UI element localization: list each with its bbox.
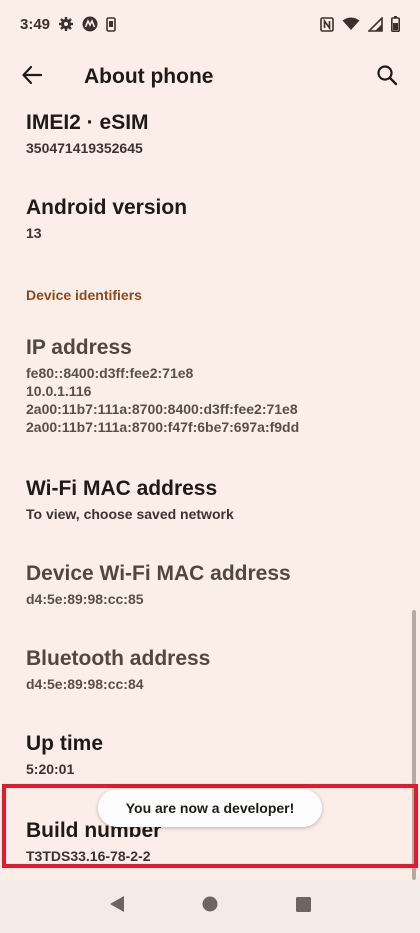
toast-message: You are now a developer!	[98, 789, 322, 827]
nav-recents-icon	[295, 896, 311, 917]
navigation-bar	[0, 880, 420, 933]
back-button[interactable]	[2, 48, 62, 106]
pref-title: Android version	[26, 196, 188, 219]
search-button[interactable]	[366, 56, 408, 98]
wifi-icon	[342, 17, 360, 31]
pref-summary-line: 2a00:11b7:111a:8700:f47f:6be7:697a:f9dd	[26, 419, 300, 435]
settings-list[interactable]: IMEI2 · eSIM 350471419352645 Android ver…	[0, 106, 420, 880]
nav-home-button[interactable]	[190, 887, 230, 927]
pref-title: IP address	[26, 336, 132, 359]
arrow-back-icon	[21, 64, 43, 91]
status-bar: 3:49	[0, 0, 420, 48]
pref-summary-line: fe80::8400:d3ff:fee2:71e8	[26, 365, 194, 381]
pref-up-time[interactable]: Up time 5:20:01	[26, 731, 396, 778]
pref-ip-address[interactable]: IP address fe80::8400:d3ff:fee2:71e8 10.…	[26, 335, 396, 436]
pref-title: Up time	[26, 732, 104, 755]
category-device-identifiers: Device identifiers	[26, 287, 142, 303]
pref-summary-line: 2a00:11b7:111a:8700:8400:d3ff:fee2:71e8	[26, 401, 298, 417]
nav-recents-button[interactable]	[283, 887, 323, 927]
page-title: About phone	[84, 65, 214, 88]
pref-summary: To view, choose saved network	[26, 506, 234, 522]
status-left: 3:49	[20, 16, 116, 33]
pref-summary: 13	[26, 225, 42, 241]
pref-imei2[interactable]: IMEI2 · eSIM 350471419352645	[26, 110, 396, 157]
search-icon	[376, 64, 398, 91]
motorola-logo-icon	[82, 16, 98, 32]
phone-outline-icon	[106, 16, 116, 32]
pref-summary: 5:20:01	[26, 761, 75, 777]
pref-title: Wi-Fi MAC address	[26, 477, 218, 500]
pref-title: IMEI2 · eSIM	[26, 111, 149, 134]
pref-title: Device Wi-Fi MAC address	[26, 562, 291, 585]
app-bar: About phone	[0, 48, 420, 106]
status-time: 3:49	[20, 15, 51, 33]
nfc-icon	[320, 16, 334, 32]
pref-summary-line: 10.0.1.116	[26, 383, 92, 399]
pref-summary: 350471419352645	[26, 140, 143, 156]
pref-title: Bluetooth address	[26, 647, 211, 670]
pref-wifi-mac-address[interactable]: Wi-Fi MAC address To view, choose saved …	[26, 476, 396, 523]
signal-icon	[368, 16, 383, 32]
nav-back-button[interactable]	[97, 887, 137, 927]
battery-icon	[391, 16, 400, 32]
nav-home-icon	[202, 896, 218, 917]
gear-icon	[58, 16, 74, 32]
pref-summary: d4:5e:89:98:cc:84	[26, 676, 144, 692]
status-right	[320, 16, 400, 32]
nav-back-icon	[109, 895, 125, 918]
pref-bluetooth-address[interactable]: Bluetooth address d4:5e:89:98:cc:84	[26, 646, 396, 693]
pref-device-wifi-mac-address[interactable]: Device Wi-Fi MAC address d4:5e:89:98:cc:…	[26, 561, 396, 608]
pref-android-version[interactable]: Android version 13	[26, 195, 396, 242]
pref-summary: d4:5e:89:98:cc:85	[26, 591, 144, 607]
